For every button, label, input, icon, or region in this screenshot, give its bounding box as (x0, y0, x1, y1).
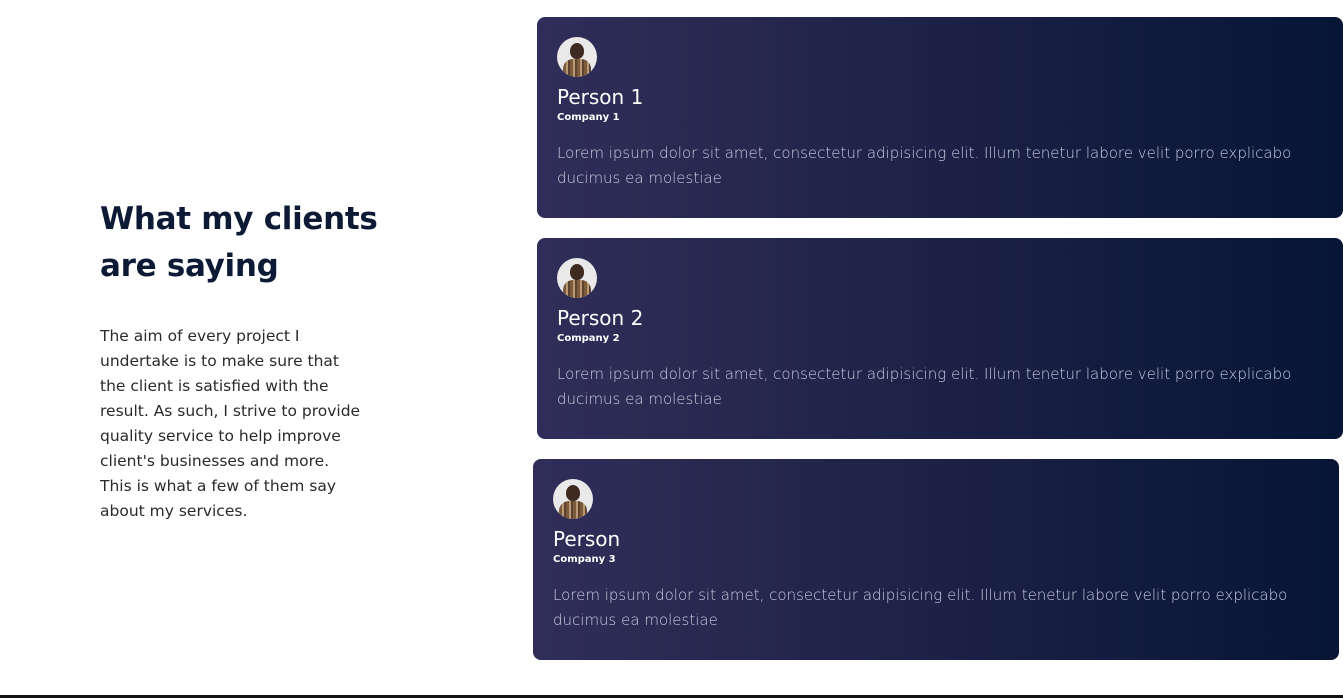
avatar-shirt (563, 59, 591, 77)
avatar (557, 258, 597, 298)
section-description: The aim of every project I undertake is … (100, 327, 361, 520)
testimonial-quote: Lorem ipsum dolor sit amet, consectetur … (553, 586, 1288, 629)
avatar-head (570, 264, 584, 280)
testimonials-intro: What my clients are saying The aim of ev… (100, 196, 380, 524)
testimonial-card: Person Company 3 Lorem ipsum dolor sit a… (533, 459, 1339, 660)
testimonial-quote: Lorem ipsum dolor sit amet, consectetur … (557, 144, 1292, 187)
testimonial-company: Company 1 (557, 112, 620, 123)
avatar (557, 37, 597, 77)
testimonial-name: Person 1 (557, 85, 644, 109)
avatar-head (566, 485, 580, 501)
testimonial-name: Person 2 (557, 306, 644, 330)
testimonial-company: Company 3 (553, 554, 616, 565)
testimonial-card: Person 2 Company 2 Lorem ipsum dolor sit… (537, 238, 1343, 439)
avatar-shirt (559, 501, 587, 519)
avatar-head (570, 43, 584, 59)
testimonial-quote: Lorem ipsum dolor sit amet, consectetur … (557, 365, 1292, 408)
testimonial-company: Company 2 (557, 333, 620, 344)
testimonial-name: Person (553, 527, 621, 551)
avatar-shirt (563, 280, 591, 298)
avatar (553, 479, 593, 519)
testimonial-card: Person 1 Company 1 Lorem ipsum dolor sit… (537, 17, 1343, 218)
section-heading: What my clients are saying (100, 201, 378, 284)
